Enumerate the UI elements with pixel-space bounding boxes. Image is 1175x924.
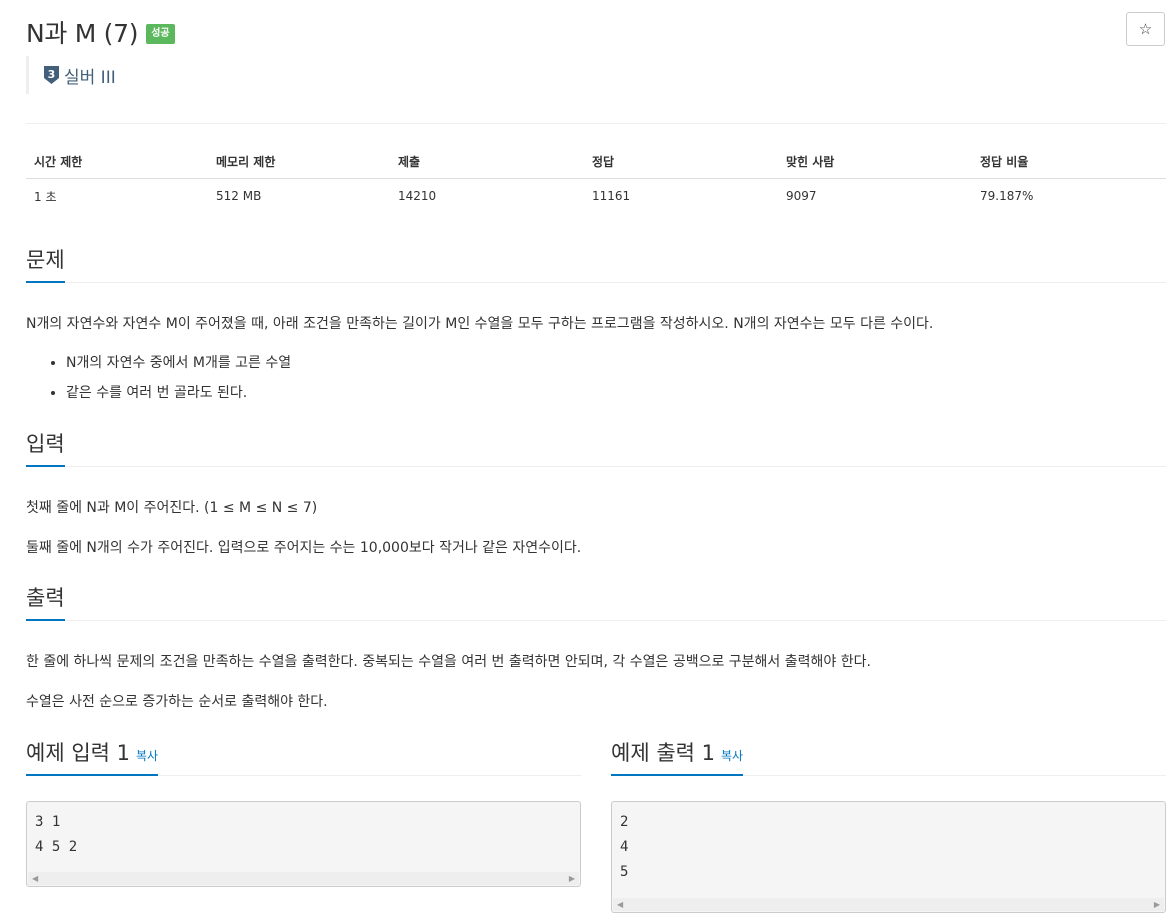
scroll-left-icon[interactable]: ◀ bbox=[617, 900, 623, 909]
info-value-time: 1 초 bbox=[34, 189, 57, 204]
info-header-submissions: 제출 bbox=[390, 146, 584, 179]
scroll-right-icon[interactable]: ▶ bbox=[1154, 900, 1160, 909]
info-value-row: 1 초 512 MB 14210 11161 9097 79.187% bbox=[26, 178, 1166, 214]
sample-output-header: 예제 출력 1 복사 bbox=[611, 738, 1166, 776]
info-value-solvers: 9097 bbox=[786, 189, 817, 204]
sample-output-box[interactable]: 2 4 5 ◀ ▶ bbox=[611, 801, 1166, 913]
tier-label[interactable]: 실버 III bbox=[64, 63, 116, 88]
sample-input-line: 3 1 bbox=[35, 814, 61, 830]
tier-number: 3 bbox=[48, 68, 56, 81]
problem-section-header: 문제 bbox=[26, 245, 1166, 283]
problem-heading: 문제 bbox=[26, 245, 65, 283]
star-button[interactable]: ☆ bbox=[1126, 12, 1165, 46]
tier-badge-icon: 3 bbox=[44, 66, 59, 84]
copy-sample-input-button[interactable]: 복사 bbox=[136, 749, 158, 763]
status-badge: 성공 bbox=[146, 24, 175, 44]
output-description-1: 한 줄에 하나씩 문제의 조건을 만족하는 수열을 출력한다. 중복되는 수열을… bbox=[26, 654, 871, 670]
sample-output-line: 4 bbox=[620, 839, 629, 855]
tier-block: 3 실버 III bbox=[26, 56, 116, 94]
scroll-left-icon[interactable]: ◀ bbox=[32, 874, 38, 883]
page-title: N과 M (7) bbox=[26, 19, 139, 48]
info-header-accepted: 정답 bbox=[584, 146, 778, 179]
problem-description: N개의 자연수와 자연수 M이 주어졌을 때, 아래 조건을 만족하는 길이가 … bbox=[26, 316, 934, 332]
input-description-1: 첫째 줄에 N과 M이 주어진다. (1 ≤ M ≤ N ≤ 7) bbox=[26, 500, 318, 516]
info-value-submissions: 14210 bbox=[398, 189, 437, 204]
sample-output-line: 2 bbox=[620, 814, 629, 830]
info-header-row: 시간 제한 메모리 제한 제출 정답 맞힌 사람 정답 비율 bbox=[26, 146, 1166, 179]
input-section-header: 입력 bbox=[26, 429, 1166, 467]
info-value-ratio: 79.187% bbox=[980, 189, 1034, 204]
copy-sample-output-button[interactable]: 복사 bbox=[721, 749, 743, 763]
sample-input-title: 예제 입력 1 bbox=[26, 741, 130, 765]
info-value-memory: 512 MB bbox=[216, 189, 262, 204]
info-header-solvers: 맞힌 사람 bbox=[778, 146, 972, 179]
sample-input-box[interactable]: 3 1 4 5 2 ◀ ▶ bbox=[26, 801, 581, 887]
output-heading: 출력 bbox=[26, 583, 65, 621]
problem-conditions: N개의 자연수 중에서 M개를 고른 수열 같은 수를 여러 번 골라도 된다. bbox=[48, 352, 291, 412]
info-header-memory: 메모리 제한 bbox=[208, 146, 390, 179]
condition-item: N개의 자연수 중에서 M개를 고른 수열 bbox=[66, 352, 291, 382]
sample-output-title: 예제 출력 1 bbox=[611, 741, 715, 765]
output-description-2: 수열은 사전 순으로 증가하는 순서로 출력해야 한다. bbox=[26, 694, 328, 710]
info-value-accepted: 11161 bbox=[592, 189, 631, 204]
horizontal-scrollbar[interactable]: ◀ ▶ bbox=[28, 872, 579, 885]
sample-input-header: 예제 입력 1 복사 bbox=[26, 738, 581, 776]
info-header-time: 시간 제한 bbox=[26, 146, 208, 179]
output-section-header: 출력 bbox=[26, 583, 1166, 621]
problem-info-table: 시간 제한 메모리 제한 제출 정답 맞힌 사람 정답 비율 1 초 512 M… bbox=[26, 146, 1166, 214]
sample-input-line: 4 5 2 bbox=[35, 839, 78, 855]
sample-output-heading: 예제 출력 1 복사 bbox=[611, 738, 744, 776]
input-heading: 입력 bbox=[26, 429, 65, 467]
sample-input-heading: 예제 입력 1 복사 bbox=[26, 738, 159, 776]
condition-item: 같은 수를 여러 번 골라도 된다. bbox=[66, 382, 291, 412]
horizontal-scrollbar[interactable]: ◀ ▶ bbox=[613, 898, 1164, 911]
title-row: N과 M (7) 성공 bbox=[26, 14, 175, 50]
sample-output-line: 5 bbox=[620, 864, 629, 880]
divider bbox=[26, 123, 1166, 124]
input-description-2: 둘째 줄에 N개의 수가 주어진다. 입력으로 주어지는 수는 10,000보다… bbox=[26, 540, 582, 556]
scroll-right-icon[interactable]: ▶ bbox=[569, 874, 575, 883]
info-header-ratio: 정답 비율 bbox=[972, 146, 1166, 179]
